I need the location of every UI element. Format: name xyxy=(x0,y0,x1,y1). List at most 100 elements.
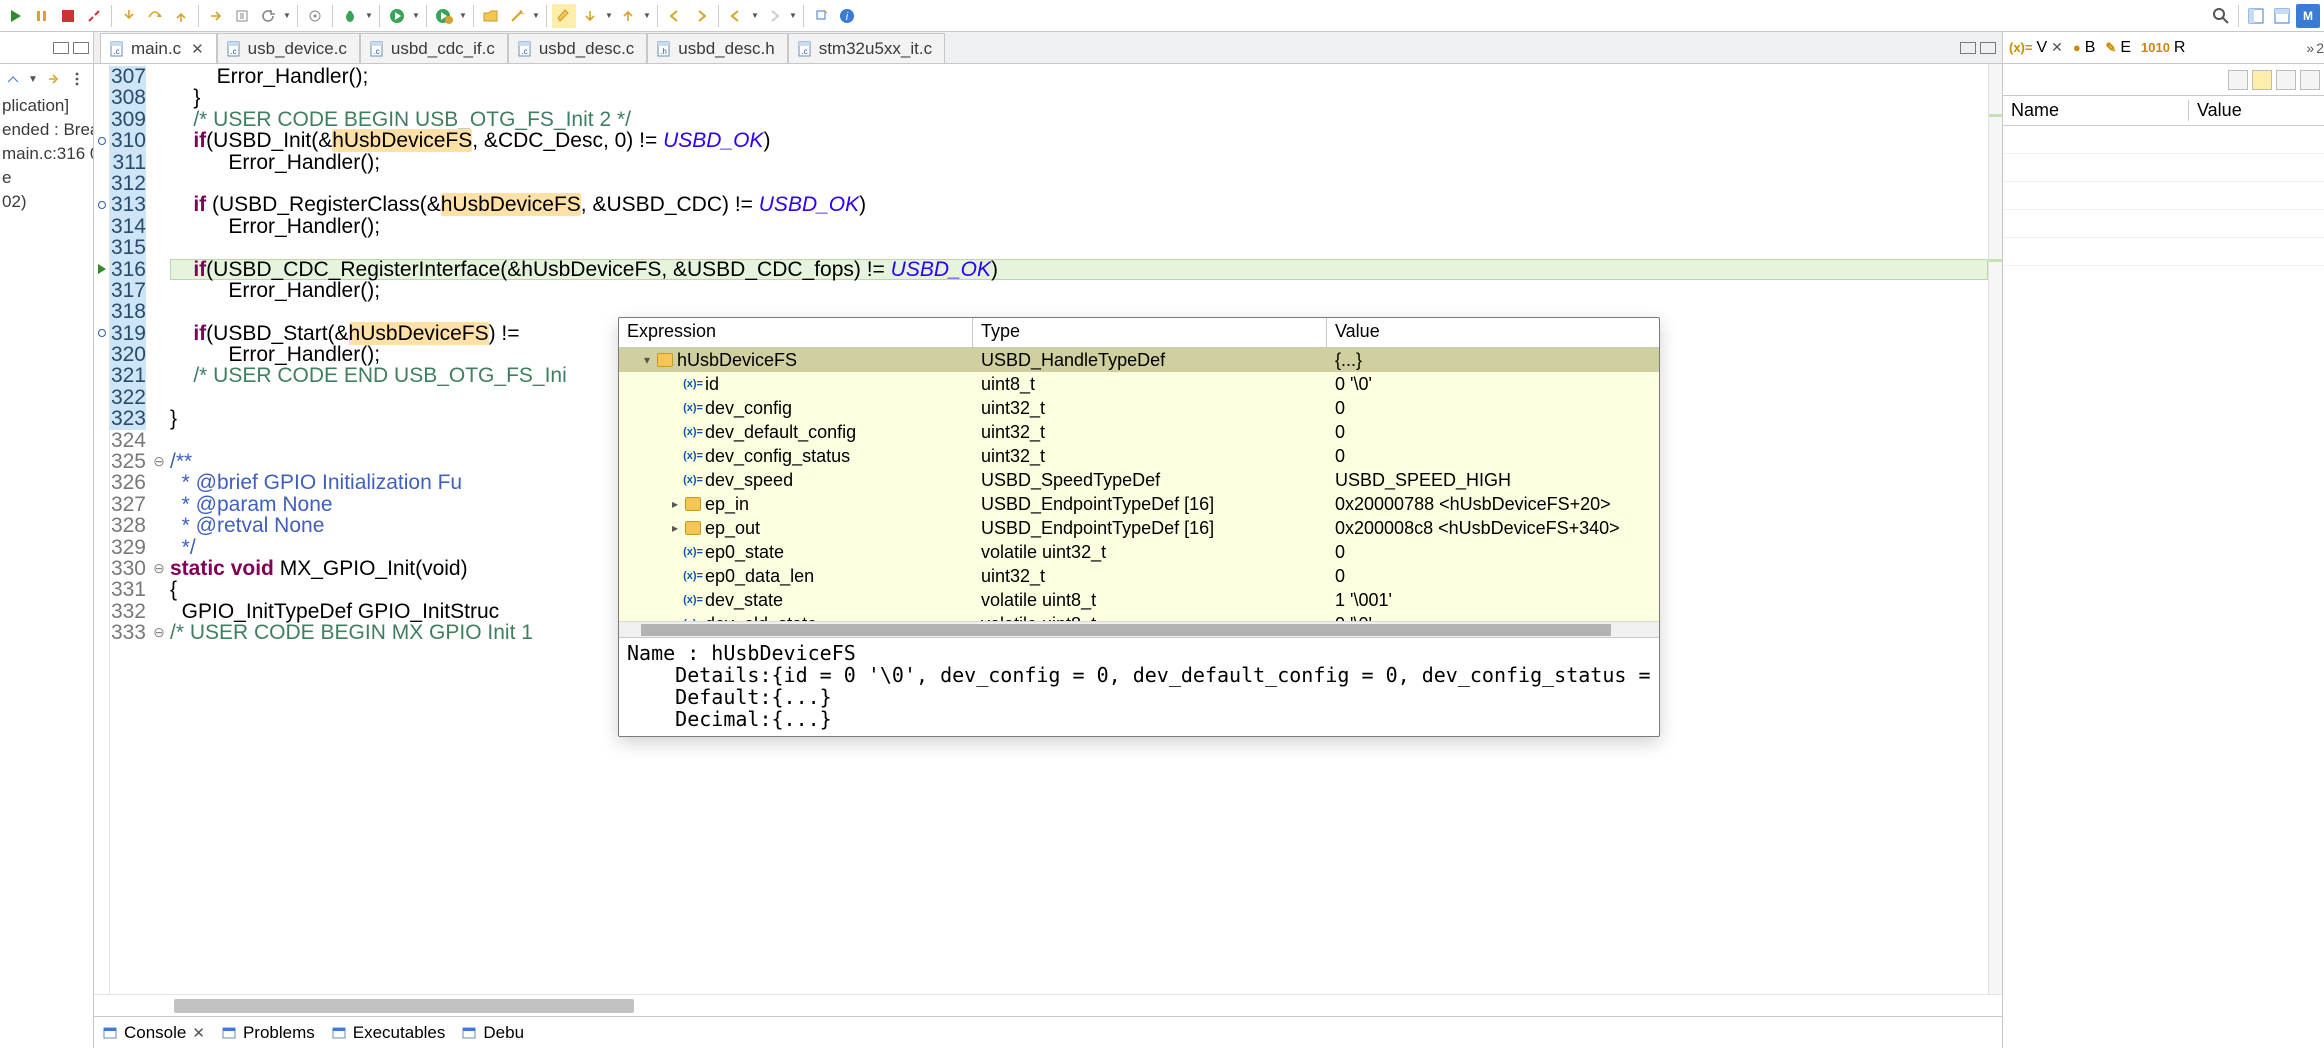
popup-row[interactable]: ▸ep_out USBD_EndpointTypeDef [16] 0x2000… xyxy=(619,516,1659,540)
sync-down-icon[interactable] xyxy=(578,4,602,28)
instruction-step-icon[interactable] xyxy=(204,4,228,28)
right-tab[interactable]: (x)= V ✕ xyxy=(2009,39,2063,57)
dropdown-arrow-icon[interactable]: ▼ xyxy=(282,4,292,28)
pin-editor-icon[interactable] xyxy=(809,4,833,28)
editor-tab[interactable]: .cusb_device.c xyxy=(217,33,360,63)
popup-row[interactable]: (x)=id uint8_t 0 '\0' xyxy=(619,372,1659,396)
editor-tab[interactable]: .cusbd_desc.c xyxy=(508,33,647,63)
popup-row[interactable]: (x)=dev_default_config uint32_t 0 xyxy=(619,420,1659,444)
maximize-view-icon[interactable] xyxy=(73,42,89,54)
bottom-tab[interactable]: Executables xyxy=(331,1023,446,1043)
dropdown-arrow-icon[interactable]: ▼ xyxy=(458,4,468,28)
right-tab[interactable]: ✎ E xyxy=(2105,39,2131,57)
editor-horizontal-scrollbar[interactable] xyxy=(94,994,2002,1016)
nav-back-alt-icon[interactable] xyxy=(663,4,687,28)
run-icon[interactable] xyxy=(385,4,409,28)
perspective-1-icon[interactable] xyxy=(2244,4,2268,28)
popup-detail-pane[interactable]: Name : hUsbDeviceFS Details:{id = 0 '\0'… xyxy=(619,637,1659,736)
popup-col-expression[interactable]: Expression xyxy=(619,318,973,347)
highlight-toggle-icon[interactable] xyxy=(552,4,576,28)
variables-col-value[interactable]: Value xyxy=(2189,100,2324,121)
more-tabs-indicator[interactable]: » 2 xyxy=(2306,40,2324,56)
popup-row[interactable]: (x)=ep0_data_len uint32_t 0 xyxy=(619,564,1659,588)
tree-twistie-icon[interactable]: ▸ xyxy=(669,497,681,511)
dropdown-arrow-icon[interactable]: ▼ xyxy=(642,4,652,28)
popup-col-value[interactable]: Value xyxy=(1327,318,1659,347)
editor-tab[interactable]: .cusbd_cdc_if.c xyxy=(360,33,508,63)
info-icon[interactable]: i xyxy=(835,4,859,28)
restart-icon[interactable] xyxy=(256,4,280,28)
editor-tab[interactable]: .husbd_desc.h xyxy=(647,33,787,63)
popup-row[interactable]: (x)=ep0_state volatile uint32_t 0 xyxy=(619,540,1659,564)
popup-horizontal-scrollbar[interactable] xyxy=(619,621,1659,637)
close-icon[interactable]: ✕ xyxy=(2051,39,2063,56)
editor-tab[interactable]: .cmain.c✕ xyxy=(100,33,217,63)
step-return-icon[interactable] xyxy=(169,4,193,28)
popup-row[interactable]: (x)=dev_config_status uint32_t 0 xyxy=(619,444,1659,468)
dropdown-arrow-icon[interactable]: ▼ xyxy=(411,4,421,28)
close-icon[interactable]: ✕ xyxy=(192,1024,205,1042)
step-over-icon[interactable] xyxy=(143,4,167,28)
right-tab[interactable]: ● B xyxy=(2073,39,2096,57)
target-icon[interactable] xyxy=(303,4,327,28)
back-icon[interactable] xyxy=(724,4,748,28)
variable-icon: (x)= xyxy=(685,472,701,488)
close-icon[interactable]: ✕ xyxy=(191,40,204,58)
minimize-view-icon[interactable] xyxy=(53,42,69,54)
dropdown-arrow-icon[interactable]: ▼ xyxy=(604,4,614,28)
popup-row[interactable]: (x)=dev_old_state volatile uint8_t 0 '\0… xyxy=(619,612,1659,621)
dropdown-arrow-icon[interactable]: ▼ xyxy=(750,4,760,28)
add-expression-icon[interactable] xyxy=(2252,70,2272,90)
dropdown-arrow-icon[interactable]: ▼ xyxy=(364,4,374,28)
perspective-m-icon[interactable]: M xyxy=(2296,4,2320,28)
right-tab[interactable]: 1010 R xyxy=(2141,39,2185,57)
disconnect-icon[interactable] xyxy=(82,4,106,28)
popup-row[interactable]: (x)=dev_config uint32_t 0 xyxy=(619,396,1659,420)
view-menu-icon[interactable] xyxy=(2300,70,2320,90)
popup-col-type[interactable]: Type xyxy=(973,318,1327,347)
resume-icon[interactable] xyxy=(4,4,28,28)
popup-row[interactable]: (x)=dev_speed USBD_SpeedTypeDef USBD_SPE… xyxy=(619,468,1659,492)
forward-icon[interactable] xyxy=(762,4,786,28)
drop-frame-icon[interactable] xyxy=(230,4,254,28)
view-menu-icon[interactable] xyxy=(68,70,86,88)
popup-row[interactable]: (x)=dev_state volatile uint8_t 1 '\001' xyxy=(619,588,1659,612)
popup-row[interactable]: ▾hUsbDeviceFS USBD_HandleTypeDef {...} xyxy=(619,348,1659,372)
popup-row-value: 0 '\0' xyxy=(1327,374,1659,395)
run-last-icon[interactable] xyxy=(432,4,456,28)
wand-icon[interactable] xyxy=(505,4,529,28)
tree-twistie-icon[interactable]: ▾ xyxy=(641,353,653,367)
bottom-tab[interactable]: Debu xyxy=(461,1023,524,1043)
nav-fwd-alt-icon[interactable] xyxy=(689,4,713,28)
layout-toggle-icon[interactable] xyxy=(2276,70,2296,90)
suspend-icon[interactable] xyxy=(30,4,54,28)
maximize-editor-icon[interactable] xyxy=(1980,42,1996,54)
bottom-tab[interactable]: Problems xyxy=(221,1023,315,1043)
sync-up-icon[interactable] xyxy=(616,4,640,28)
debug-stack-line[interactable]: plication] xyxy=(2,94,93,118)
debug-stack-line[interactable]: e xyxy=(2,166,93,190)
popup-row[interactable]: ▸ep_in USBD_EndpointTypeDef [16] 0x20000… xyxy=(619,492,1659,516)
tree-twistie-icon[interactable]: ▸ xyxy=(669,521,681,535)
collapse-all-icon[interactable] xyxy=(2228,70,2248,90)
struct-icon xyxy=(685,521,701,535)
dropdown-arrow-icon[interactable]: ▼ xyxy=(28,74,38,85)
minimize-editor-icon[interactable] xyxy=(1960,42,1976,54)
overview-ruler[interactable] xyxy=(1988,64,2002,994)
dropdown-arrow-icon[interactable]: ▼ xyxy=(531,4,541,28)
debug-stack-line[interactable]: 02) xyxy=(2,190,93,214)
dropdown-arrow-icon[interactable]: ▼ xyxy=(788,4,798,28)
bottom-tab[interactable]: Console ✕ xyxy=(102,1023,205,1043)
terminate-icon[interactable] xyxy=(56,4,80,28)
step-into-icon[interactable] xyxy=(117,4,141,28)
open-folder-icon[interactable] xyxy=(479,4,503,28)
debug-bug-icon[interactable] xyxy=(338,4,362,28)
debug-stack-line[interactable]: ended : Brea xyxy=(2,118,93,142)
perspective-2-icon[interactable] xyxy=(2270,4,2294,28)
instruction-mode-icon[interactable] xyxy=(44,70,62,88)
variables-col-name[interactable]: Name xyxy=(2003,100,2189,121)
editor-tab[interactable]: .cstm32u5xx_it.c xyxy=(788,33,945,63)
debug-stack-line[interactable]: main.c:316 0 xyxy=(2,142,93,166)
search-icon[interactable] xyxy=(2209,4,2233,28)
collapse-all-icon[interactable] xyxy=(4,70,22,88)
